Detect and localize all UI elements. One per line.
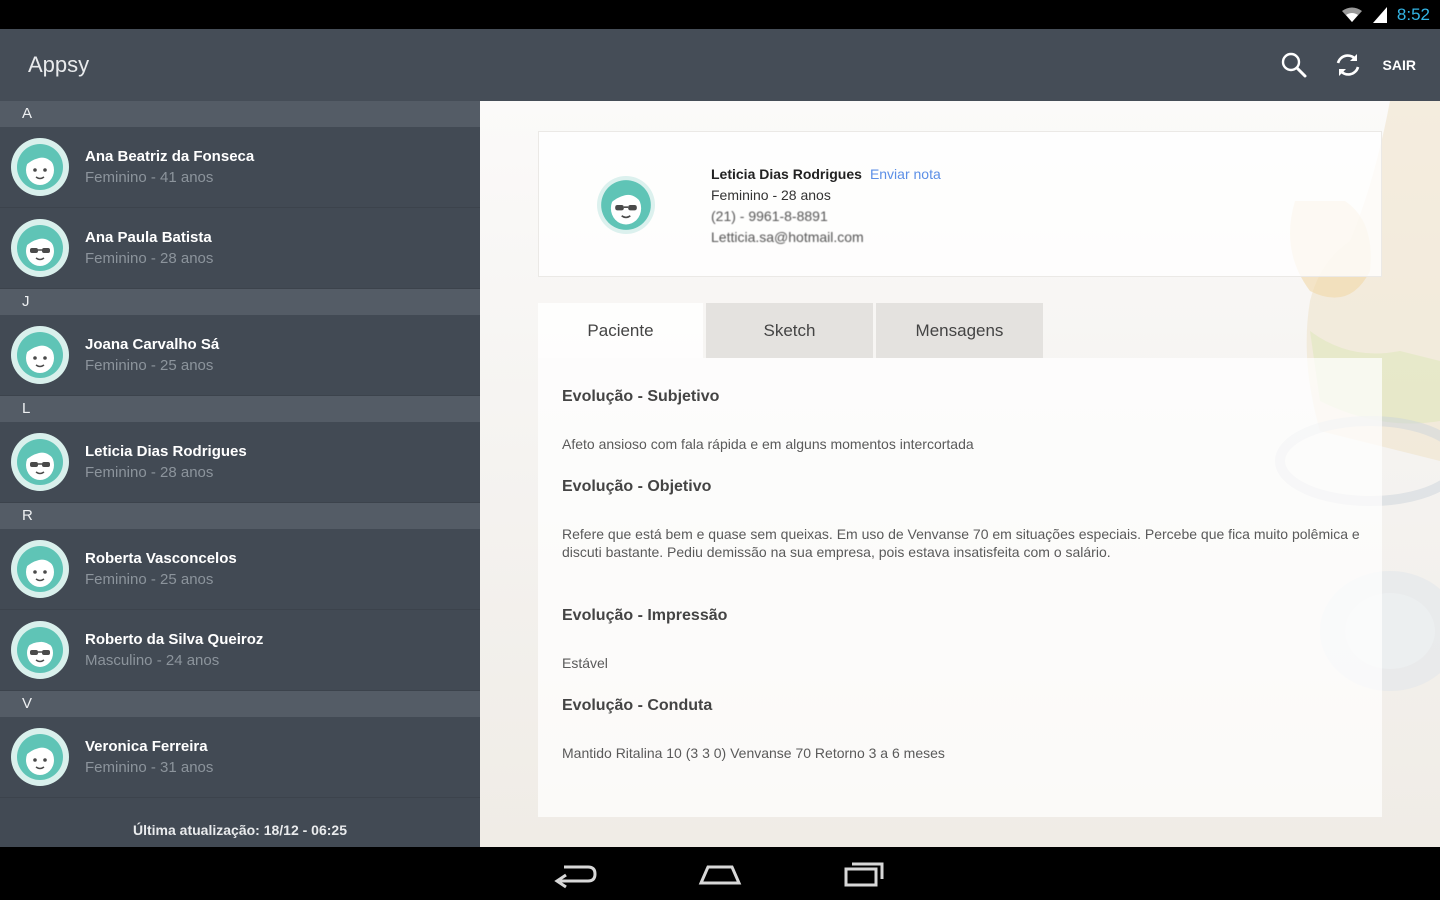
list-item[interactable]: Leticia Dias Rodrigues Feminino - 28 ano… [0,422,480,503]
contact-detail: Feminino - 25 anos [85,357,214,374]
patient-phone: (21) - 9961-8-8891 [711,208,828,224]
list-item[interactable]: Veronica Ferreira Feminino - 31 anos [0,717,480,798]
contact-name: Veronica Ferreira [85,738,208,755]
app-title: Appsy [28,52,90,77]
list-item[interactable]: Ana Beatriz da Fonseca Feminino - 41 ano… [0,127,480,208]
section-header-v: V [0,691,480,717]
send-note-link[interactable]: Enviar nota [870,166,941,182]
list-item[interactable]: Ana Paula Batista Feminino - 28 anos [0,208,480,289]
female-avatar-icon [11,138,69,196]
female-avatar-icon [11,728,69,786]
contact-detail: Feminino - 41 anos [85,169,214,186]
female-avatar-icon [11,433,69,491]
patient-list: A Ana Beatriz da Fonseca Feminino - 41 a… [0,101,480,847]
female-avatar-icon [597,176,655,234]
recent-apps-button[interactable] [838,854,890,894]
search-icon [1281,52,1307,78]
back-icon [554,865,597,888]
contact-detail: Feminino - 31 anos [85,759,214,776]
section-header-j: J [0,289,480,315]
clock: 8:52 [1396,4,1430,24]
tab-bar: Paciente Sketch Mensagens [538,303,1043,358]
logout-button[interactable]: SAIR [1375,57,1428,73]
female-avatar-icon [11,540,69,598]
tab-sketch[interactable]: Sketch [706,303,873,358]
section-title: Evolução - Objetivo [562,478,712,495]
list-item[interactable]: Joana Carvalho Sá Feminino - 25 anos [0,315,480,396]
last-update: Última atualização: 18/12 - 06:25 [133,822,347,838]
female-avatar-icon [11,219,69,277]
signal-icon [1372,6,1387,23]
contact-detail: Feminino - 28 anos [85,464,214,481]
tab-panel-paciente: Evolução - Subjetivo Afeto ansioso com f… [538,358,1382,817]
section-title: Evolução - Impressão [562,607,728,624]
contact-detail: Masculino - 24 anos [85,652,220,669]
female-avatar-icon [11,326,69,384]
section-text: Refere que está bem e quase sem queixas.… [562,526,1360,560]
male-avatar-icon [11,621,69,679]
tab-paciente[interactable]: Paciente [538,303,703,358]
refresh-icon [1336,54,1359,76]
contact-detail: Feminino - 25 anos [85,571,214,588]
contact-name: Leticia Dias Rodrigues [85,443,247,460]
contact-name: Joana Carvalho Sá [85,336,220,353]
patient-detail: Feminino - 28 anos [711,187,831,203]
system-nav-bar [0,847,1440,900]
contact-name: Ana Beatriz da Fonseca [85,148,255,165]
patient-name: Leticia Dias Rodrigues [711,166,862,182]
tab-mensagens[interactable]: Mensagens [876,303,1043,358]
contact-detail: Feminino - 28 anos [85,250,214,267]
contact-name: Ana Paula Batista [85,229,212,246]
section-text: Mantido Ritalina 10 (3 3 0) Venvanse 70 … [562,745,945,761]
section-text: Estável [562,655,608,671]
patient-detail-pane: Leticia Dias Rodrigues Enviar nota Femini… [480,101,1440,847]
contact-name: Roberto da Silva Queiroz [85,631,264,648]
recent-apps-icon [844,862,884,886]
status-bar: 8:52 [0,0,1440,29]
list-item[interactable]: Roberto da Silva Queiroz Masculino - 24 … [0,610,480,691]
patient-card: Leticia Dias Rodrigues Enviar nota Femini… [538,131,1382,277]
section-header-a: A [0,101,480,127]
wifi-icon [1341,7,1363,23]
patient-name-row: Leticia Dias Rodrigues Enviar nota [711,164,941,185]
section-title: Evolução - Subjetivo [562,388,720,405]
list-item[interactable]: Roberta Vasconcelos Feminino - 25 anos [0,529,480,610]
section-header-r: R [0,503,480,529]
home-button[interactable] [694,854,746,894]
back-button[interactable] [550,854,602,894]
section-title: Evolução - Conduta [562,697,713,714]
search-button[interactable] [1267,38,1321,92]
patient-email: Letticia.sa@hotmail.com [711,229,864,245]
section-text: Afeto ansioso com fala rápida e em algun… [562,436,974,452]
section-header-l: L [0,396,480,422]
refresh-button[interactable] [1321,38,1375,92]
action-bar: Appsy SAIR [0,29,1440,101]
home-icon [698,865,742,884]
contact-name: Roberta Vasconcelos [85,550,237,567]
